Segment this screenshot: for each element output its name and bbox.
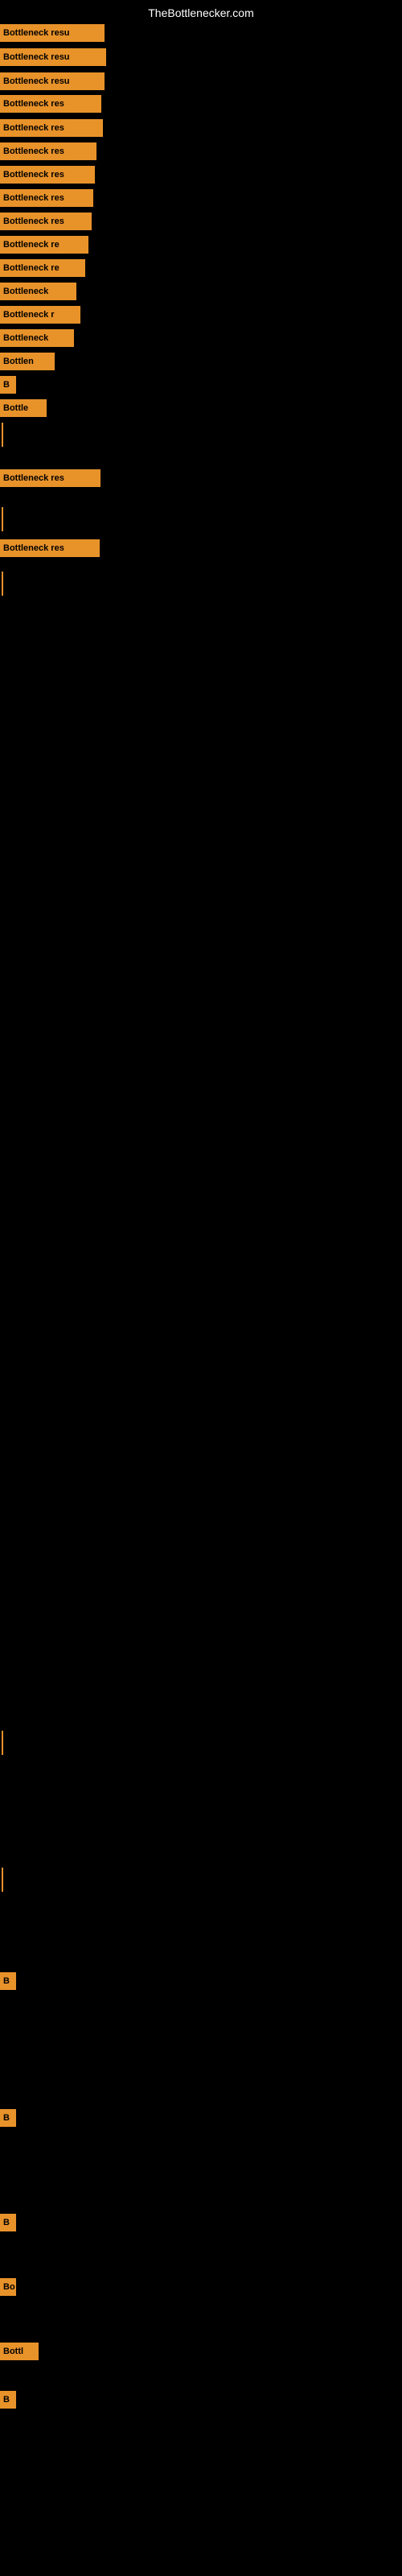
bottleneck-bar-15: B (0, 376, 16, 394)
site-title: TheBottlenecker.com (148, 6, 254, 19)
bottleneck-bar-14: Bottlen (0, 353, 55, 370)
bottleneck-bar-12: Bottleneck r (0, 306, 80, 324)
bottleneck-bar-2: Bottleneck resu (0, 72, 105, 90)
bottleneck-bar-3: Bottleneck res (0, 95, 101, 113)
bottleneck-bar-0: Bottleneck resu (0, 24, 105, 42)
vertical-line-0 (2, 423, 3, 447)
vertical-line-2 (2, 572, 3, 596)
bottleneck-bar-5: Bottleneck res (0, 142, 96, 160)
bottleneck-bar-9: Bottleneck re (0, 236, 88, 254)
bottleneck-bar-4: Bottleneck res (0, 119, 103, 137)
bottleneck-bar-17: Bottleneck res (0, 469, 100, 487)
bottleneck-bar-7: Bottleneck res (0, 189, 93, 207)
bottleneck-bar-1: Bottleneck resu (0, 48, 106, 66)
bottleneck-bar-6: Bottleneck res (0, 166, 95, 184)
bottleneck-bar-8: Bottleneck res (0, 213, 92, 230)
bottleneck-bar-19: B (0, 1972, 16, 1990)
bottleneck-bar-24: B (0, 2391, 16, 2409)
vertical-line-4 (2, 1868, 3, 1892)
bottleneck-bar-22: Bo (0, 2278, 16, 2296)
vertical-line-1 (2, 507, 3, 531)
bottleneck-bar-21: B (0, 2214, 16, 2231)
bottleneck-bar-23: Bottl (0, 2343, 39, 2360)
bottleneck-bar-18: Bottleneck res (0, 539, 100, 557)
bottleneck-bar-11: Bottleneck (0, 283, 76, 300)
bottleneck-bar-13: Bottleneck (0, 329, 74, 347)
vertical-line-3 (2, 1731, 3, 1755)
bottleneck-bar-20: B (0, 2109, 16, 2127)
bottleneck-bar-16: Bottle (0, 399, 47, 417)
bottleneck-bar-10: Bottleneck re (0, 259, 85, 277)
